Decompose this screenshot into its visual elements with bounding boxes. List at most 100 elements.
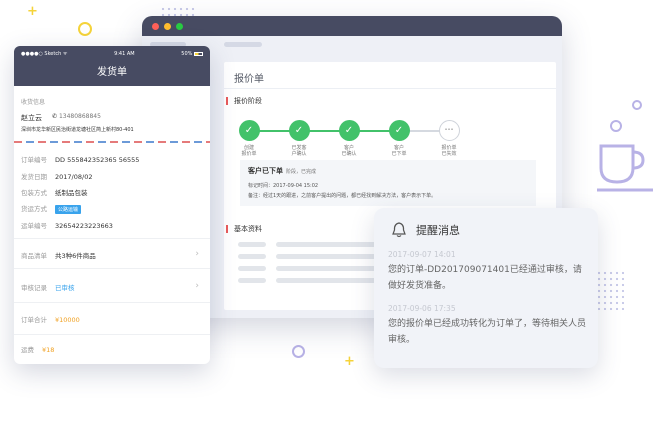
goods-label: 商品清单 <box>21 252 47 260</box>
waybill-label: 运单编号 <box>21 222 47 230</box>
check-icon: ✓ <box>338 120 360 141</box>
placeholder-line <box>276 242 376 247</box>
ship-date-row: 发货日期 2017/08/02 <box>21 171 92 181</box>
ring-decoration <box>610 120 622 132</box>
window-titlebar <box>142 16 562 36</box>
notification-header: 提醒消息 <box>392 222 460 238</box>
step-label: 已发客 户确认 <box>291 145 307 157</box>
bell-icon <box>392 222 406 238</box>
status-title-text: 客户已下单 <box>248 167 283 175</box>
close-window-icon[interactable] <box>152 22 159 30</box>
phone-status-bar: ●●●●○ Sketch ᯤ 9:41 AM 50% <box>14 46 210 62</box>
phone-mockup: ●●●●○ Sketch ᯤ 9:41 AM 50% 发货单 收货信息 赵立云 … <box>14 46 210 364</box>
placeholder-line <box>238 278 266 283</box>
ring-decoration <box>632 100 642 110</box>
status-time: 标记时间：2017-09-04 15:02 <box>248 183 319 189</box>
audit-value: 已审核 <box>55 284 75 292</box>
message-text: 您的报价单已经成功转化为订单了，等待相关人员审核。 <box>388 319 587 345</box>
phone-icon: ✆ <box>52 113 58 120</box>
check-icon: ✓ <box>288 120 310 141</box>
placeholder-line <box>238 254 266 259</box>
audit-list-item[interactable]: 审核记录 已审核 › <box>21 281 203 292</box>
divider <box>14 302 210 303</box>
step-1: ✓ 创建 报价单 <box>229 120 269 157</box>
plus-decoration: + <box>27 4 38 19</box>
step-2: ✓ 已发客 户确认 <box>279 120 319 157</box>
battery-percent: 50% <box>181 51 193 57</box>
maximize-window-icon[interactable] <box>176 22 183 30</box>
chevron-right-icon: › <box>195 249 199 259</box>
divider <box>14 268 210 269</box>
goods-list-item[interactable]: 商品清单 共3种6件商品 › <box>21 249 203 260</box>
step-label: 客户 已确认 <box>341 145 357 157</box>
recv-name: 赵立云 <box>21 114 42 122</box>
plus-decoration: + <box>344 354 355 369</box>
recv-address: 深圳市龙华新区民治街道龙塘社区简上新村80-401 <box>21 127 134 133</box>
step-3: ✓ 客户 已确认 <box>329 120 369 157</box>
packaging-value: 纸制品包装 <box>55 189 88 197</box>
packaging-row: 包装方式 纸制品包装 <box>21 187 88 197</box>
total-row: 订单合计 ¥10000 <box>21 314 203 324</box>
ring-decoration <box>292 345 305 358</box>
divider <box>224 88 556 89</box>
battery-icon <box>194 51 203 56</box>
freight-label: 运费 <box>21 346 34 354</box>
status-subtitle: 阶段，已完成 <box>286 169 317 175</box>
basic-section-title: 基本资料 <box>226 224 262 234</box>
recv-phone[interactable]: ✆ 13480868845 <box>52 113 101 120</box>
chevron-right-icon: › <box>195 281 199 291</box>
placeholder-line <box>276 278 376 283</box>
placeholder-line <box>276 254 376 259</box>
basic-section-label: 基本资料 <box>234 225 262 233</box>
ring-decoration <box>78 22 92 36</box>
step-5: ··· 报价单 已失效 <box>429 120 469 157</box>
audit-label: 审核记录 <box>21 284 47 292</box>
envelope-divider <box>14 141 210 143</box>
message-text: 您的订单-DD201709071401已经通过审核，请做好发货准备。 <box>388 265 582 291</box>
divider <box>14 334 210 335</box>
minimize-window-icon[interactable] <box>164 22 171 30</box>
recv-phone-number: 13480868845 <box>58 113 101 120</box>
section-marker <box>226 97 228 105</box>
carrier-signal: ●●●●○ Sketch ᯤ <box>21 51 68 57</box>
shipping-label: 货运方式 <box>21 205 47 213</box>
message-time: 2017-09-07 14:01 <box>388 250 456 259</box>
packaging-label: 包装方式 <box>21 189 47 197</box>
order-number-label: 订单编号 <box>21 156 47 164</box>
progress-line <box>250 130 400 132</box>
goods-value: 共3种6件商品 <box>55 252 96 260</box>
placeholder-line <box>238 242 266 247</box>
notification-card[interactable]: 提醒消息 2017-09-07 14:01 您的订单-DD20170907140… <box>374 208 598 368</box>
ship-date-label: 发货日期 <box>21 173 47 181</box>
order-number-row: 订单编号 DD 555842352365 56555 <box>21 154 139 164</box>
status-title: 客户已下单 阶段，已完成 <box>248 166 316 176</box>
phone-title: 发货单 <box>14 62 210 86</box>
ellipsis-icon: ··· <box>438 120 460 141</box>
page-title: 报价单 <box>234 74 264 85</box>
order-number-value: DD 555842352365 56555 <box>55 156 140 164</box>
waybill-value: 32654223223663 <box>55 222 113 230</box>
coffee-cup-icon <box>597 144 653 192</box>
stage-section-title: 报价阶段 <box>226 96 262 106</box>
recv-section-title: 收货信息 <box>21 99 46 106</box>
step-label: 客户 已下单 <box>391 145 407 157</box>
check-icon: ✓ <box>388 120 410 141</box>
shipping-tag: 公路运输 <box>55 205 82 214</box>
total-label: 订单合计 <box>21 316 47 324</box>
freight-value: ¥18 <box>42 346 55 354</box>
placeholder-bar <box>224 42 262 47</box>
waybill-row: 运单编号 32654223223663 <box>21 220 113 230</box>
step-4: ✓ 客户 已下单 <box>379 120 419 157</box>
placeholder-line <box>238 266 266 271</box>
check-icon: ✓ <box>238 120 260 141</box>
placeholder-line <box>276 266 376 271</box>
section-marker <box>226 225 228 233</box>
ship-date-value: 2017/08/02 <box>55 173 93 181</box>
step-label: 创建 报价单 <box>241 145 257 157</box>
notification-title: 提醒消息 <box>416 224 460 237</box>
freight-row: 运费 ¥18 <box>21 344 203 354</box>
illustration: + + 报价单 报价阶段 ✓ 创建 报价单 ✓ 已发客 户确认 ✓ 客户 已确认… <box>0 0 657 427</box>
step-label: 报价单 已失效 <box>441 145 457 157</box>
total-value: ¥10000 <box>55 316 80 324</box>
message-time: 2017-09-06 17:35 <box>388 304 456 313</box>
